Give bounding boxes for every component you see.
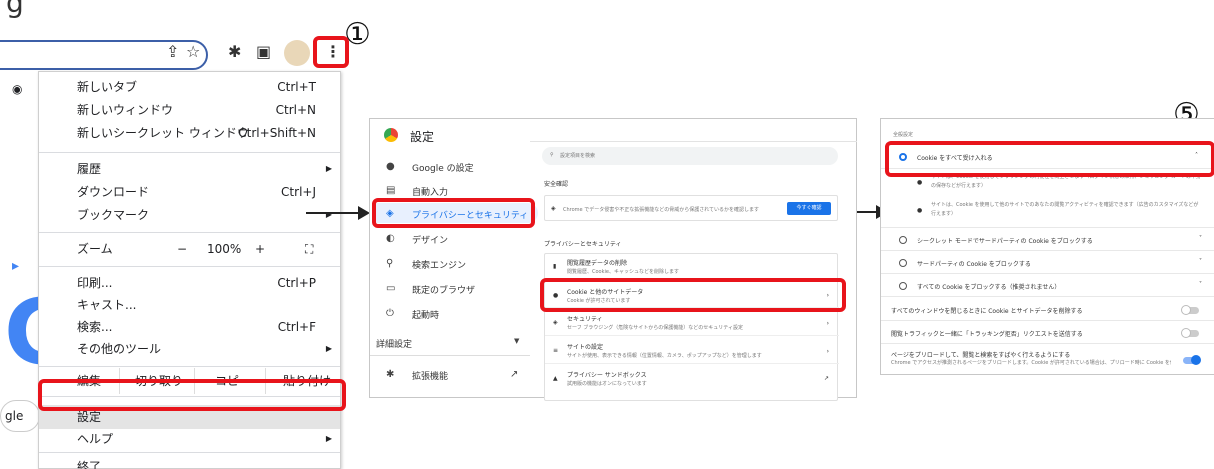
search-icon: ⚲	[386, 258, 394, 269]
person-icon: ●	[386, 161, 395, 172]
sidebar-item-google[interactable]: Google の設定	[412, 161, 474, 174]
sidepanel-icon[interactable]: ▣	[256, 42, 271, 61]
toggle-row-clear-on-exit[interactable]: すべてのウィンドウを閉じるときに Cookie とサイトデータを削除する	[881, 299, 1214, 321]
menu-item-more-tools[interactable]: その他のツール ▶	[39, 338, 340, 360]
power-icon: ⏻	[386, 308, 394, 319]
bullet-icon: ●	[917, 207, 923, 214]
menu-item-downloads[interactable]: ダウンロード Ctrl+J	[39, 181, 340, 203]
menu-item-zoom: ズーム − 100% + ⛶	[39, 236, 340, 262]
highlight-accept-all	[885, 141, 1214, 177]
clipboard-icon: ▤	[386, 185, 396, 196]
arrow-decoration-icon: ▸	[12, 258, 20, 274]
menu-item-history[interactable]: 履歴 ▶	[39, 158, 340, 180]
avatar[interactable]	[284, 40, 310, 66]
menu-item-find[interactable]: 検索... Ctrl+F	[39, 316, 340, 338]
search-placeholder: 設定項目を検索	[560, 153, 596, 159]
puzzle-icon: ✱	[386, 369, 395, 380]
toggle-switch-on[interactable]	[1183, 355, 1201, 365]
flask-icon: ▲	[553, 375, 558, 382]
menu-item-incognito[interactable]: 新しいシークレット ウィンドウ Ctrl+Shift+N	[39, 122, 340, 144]
sidebar-item-default-browser[interactable]: 既定のブラウザ	[412, 283, 475, 296]
highlight-kebab	[313, 36, 349, 68]
settings-search-input[interactable]: ⚲ 設定項目を検索	[542, 147, 838, 165]
sidebar-item-autofill[interactable]: 自動入力	[412, 185, 448, 198]
palette-icon: ◐	[386, 233, 395, 244]
external-link-icon: ↗	[823, 375, 829, 382]
row-security[interactable]: ◈ セキュリティ セーフ ブラウジング（危険なサイトからの保護機能）などのセキュ…	[545, 310, 839, 336]
settings-panel: 設定 ● Google の設定 ▤ 自動入力 ◈ プライバシーとセキュリティ ◐…	[369, 118, 857, 401]
toggle-row-preload[interactable]: ページをプリロードして、閲覧と検索をすばやく行えるようにする Chrome でア…	[881, 345, 1214, 375]
highlight-settings	[38, 379, 346, 411]
share-icon[interactable]: ⇪	[166, 42, 179, 61]
menu-item-exit[interactable]: 終了	[39, 456, 340, 469]
zoom-out-button[interactable]: −	[177, 236, 187, 262]
extensions-icon[interactable]: ✱	[228, 42, 241, 61]
highlight-cookies	[540, 278, 846, 312]
toggle-row-do-not-track[interactable]: 閲覧トラフィックと一緒に「トラッキング拒否」リクエストを送信する	[881, 322, 1214, 344]
search-icon: ⚲	[550, 152, 554, 158]
safety-check-text: Chrome でデータ侵害や不正な拡張機能などの脅威から保護されているかを確認し…	[563, 207, 760, 213]
page-search-box[interactable]: gle	[0, 400, 40, 432]
row-privacy-sandbox[interactable]: ▲ プライバシー サンドボックス 試用版の機能はオンになっています ↗	[545, 366, 839, 392]
safety-check-button[interactable]: 今すぐ確認	[787, 202, 831, 215]
option-block-incognito[interactable]: シークレット モードでサードパーティの Cookie をブロックする ˅	[881, 229, 1214, 251]
browser-icon: ▭	[386, 283, 396, 294]
star-icon[interactable]: ☆	[186, 42, 200, 61]
menu-item-new-window[interactable]: 新しいウィンドウ Ctrl+N	[39, 99, 340, 121]
row-site-settings[interactable]: ≡ サイトの設定 サイトが使用、表示できる情報（位置情報、カメラ、ポップアップな…	[545, 338, 839, 364]
safety-check-card: ◈ Chrome でデータ侵害や不正な拡張機能などの脅威から保護されているかを確…	[544, 195, 838, 221]
chevron-down-icon: ▼	[514, 337, 520, 345]
menu-item-new-tab[interactable]: 新しいタブ Ctrl+T	[39, 76, 340, 98]
zoom-level: 100%	[207, 242, 242, 256]
sliders-icon: ≡	[553, 347, 559, 354]
arrow-1	[306, 212, 364, 214]
shield-icon: ◈	[551, 205, 556, 212]
toggle-switch[interactable]	[1181, 305, 1199, 315]
globe-icon: ◉	[12, 82, 23, 96]
settings-title: 設定	[410, 130, 435, 144]
sidebar-item-extensions[interactable]: 拡張機能	[412, 369, 448, 382]
sidebar-item-search-engine[interactable]: 検索エンジン	[412, 258, 466, 271]
zoom-in-button[interactable]: +	[255, 236, 265, 262]
bullet-text-2: サイトは、Cookie を使用して他のサイトでのあなたの閲覧アクティビティを確認…	[931, 202, 1199, 217]
chrome-logo-icon	[384, 128, 398, 142]
row-clear-data[interactable]: ▮ 閲覧履歴データの削除 閲覧履歴、Cookie、キャッシュなどを削除します	[545, 254, 839, 280]
highlight-privacy	[372, 198, 535, 228]
safety-heading: 安全確認	[544, 181, 569, 188]
toggle-switch[interactable]	[1181, 328, 1199, 338]
sidebar-item-startup[interactable]: 起動時	[412, 308, 439, 321]
fullscreen-icon[interactable]: ⛶	[305, 236, 313, 262]
menu-item-help[interactable]: ヘルプ ▶	[39, 428, 340, 450]
top-heading-fragment: g	[6, 0, 24, 19]
general-settings-heading: 全般設定	[893, 132, 914, 138]
privacy-heading: プライバシーとセキュリティ	[544, 241, 622, 248]
search-hint-text: gle	[5, 409, 24, 423]
external-link-icon[interactable]: ↗	[510, 369, 518, 380]
menu-item-cast[interactable]: キャスト...	[39, 294, 340, 316]
privacy-card: ▮ 閲覧履歴データの削除 閲覧履歴、Cookie、キャッシュなどを削除します ●…	[544, 253, 839, 401]
sidebar-advanced[interactable]: 詳細設定	[376, 337, 412, 350]
shield-icon: ◈	[553, 319, 558, 326]
option-block-all[interactable]: すべての Cookie をブロックする（推奨されません） ˅	[881, 275, 1214, 297]
bullet-icon: ●	[917, 179, 923, 186]
menu-item-bookmarks[interactable]: ブックマーク ▶	[39, 204, 340, 226]
menu-item-print[interactable]: 印刷... Ctrl+P	[39, 272, 340, 294]
option-block-third-party[interactable]: サードパーティの Cookie をブロックする ˅	[881, 252, 1214, 274]
sidebar-item-appearance[interactable]: デザイン	[412, 233, 448, 246]
